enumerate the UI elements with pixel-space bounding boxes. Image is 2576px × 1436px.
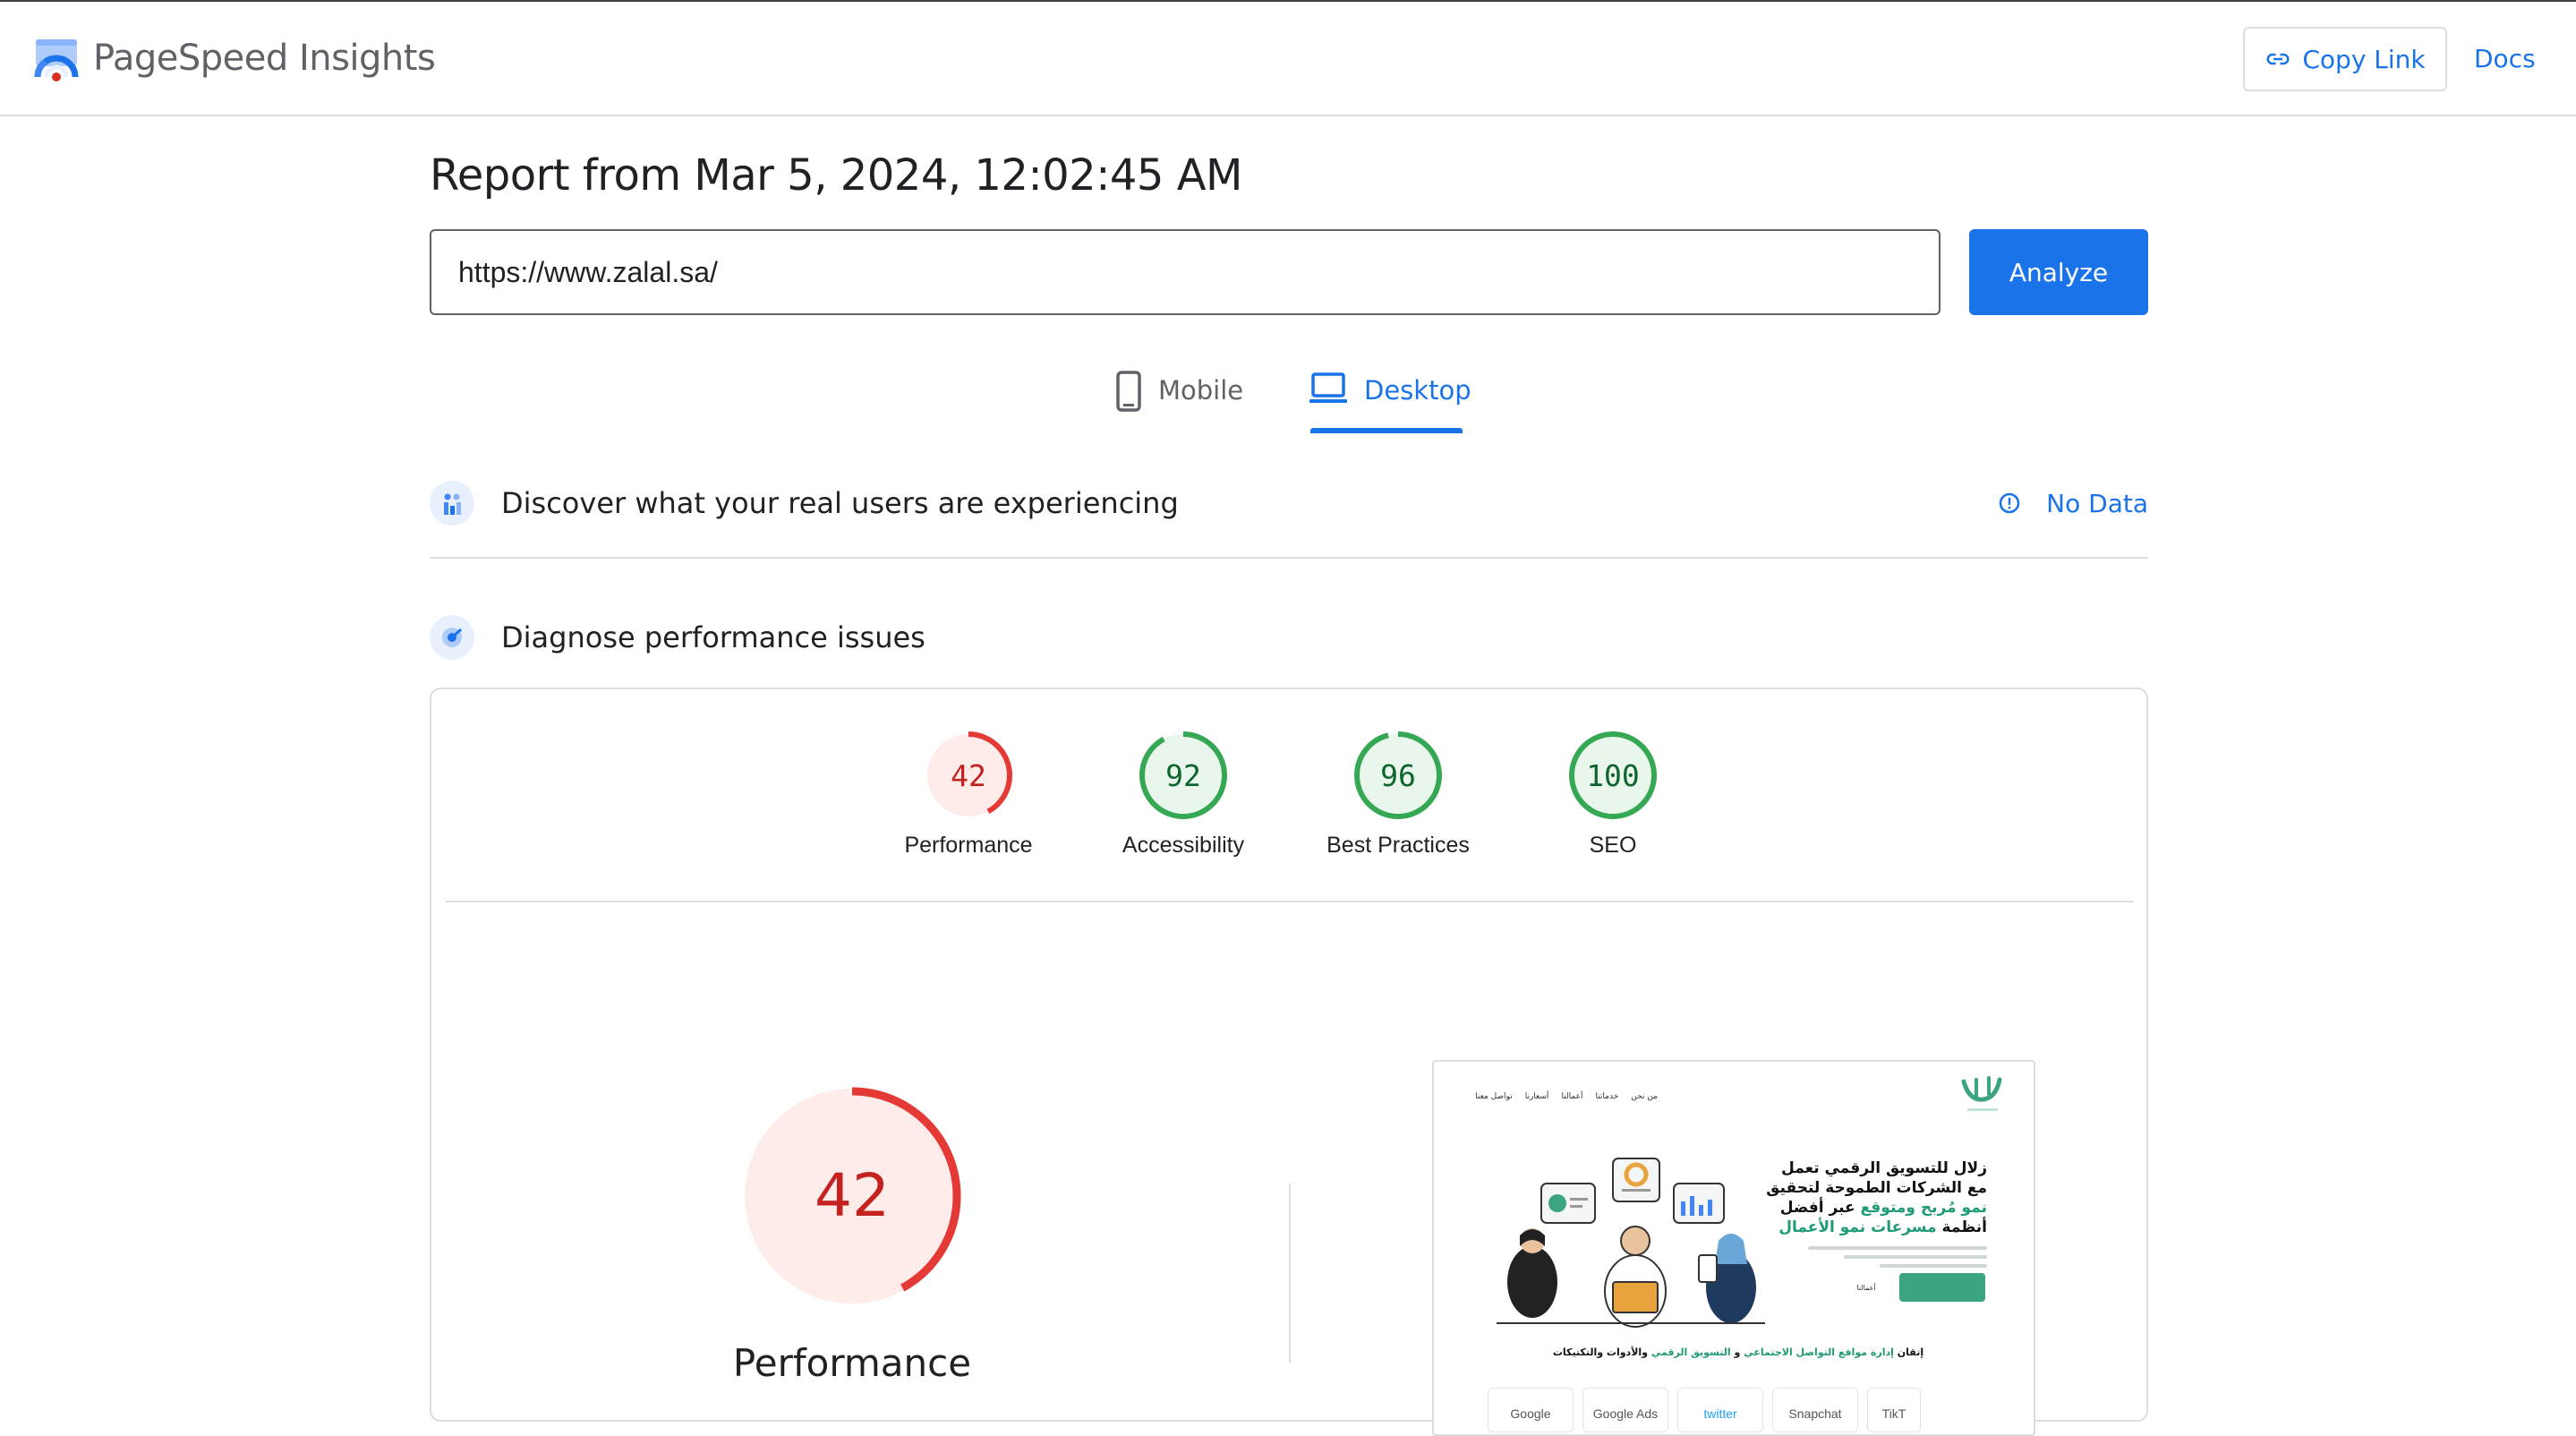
tab-mobile-label: Mobile	[1158, 375, 1244, 406]
preview-nav-item: تواصل معنا	[1475, 1092, 1513, 1101]
score-gauge-best-practices[interactable]: 96 Best Practices	[1309, 731, 1488, 859]
score-label-best-practices: Best Practices	[1326, 833, 1470, 858]
preview-brand-logos: Google Google Ads twitter Snapchat TikT	[1488, 1388, 1921, 1432]
performance-big-gauge: 42	[743, 1087, 961, 1305]
preview-nav-item: أعمالنا	[1561, 1092, 1583, 1101]
app-header: PageSpeed Insights Copy Link Docs	[0, 2, 2576, 116]
preview-tagline: إتقان إدارة مواقع التواصل الاجتماعي و ال…	[1541, 1346, 1935, 1358]
score-gauge-performance[interactable]: 42 Performance	[879, 731, 1058, 859]
preview-nav-item: خدماتنا	[1595, 1092, 1619, 1101]
copy-link-label: Copy Link	[2302, 44, 2426, 74]
real-users-title: Discover what your real users are experi…	[501, 486, 1179, 520]
gauge-accessibility-value: 92	[1165, 758, 1201, 793]
score-gauge-seo[interactable]: 100 SEO	[1523, 731, 1702, 859]
preview-brand-tiktok: TikT	[1867, 1388, 1921, 1432]
preview-headline-accent: نمو مُربح ومتوقع	[1860, 1199, 1987, 1217]
preview-headline-text: زلال للتسويق الرقمي تعمل مع الشركات الطم…	[1766, 1159, 1987, 1197]
page-screenshot-preview[interactable]: من نحن خدماتنا أعمالنا أسعارنا تواصل معن…	[1432, 1060, 2035, 1436]
laptop-icon	[1309, 372, 1347, 403]
big-gauge-value: 42	[815, 1161, 890, 1230]
gauge-accessibility-chart: 92	[1139, 731, 1227, 819]
info-icon	[1999, 492, 2020, 514]
analyze-button[interactable]: Analyze	[1969, 229, 2148, 315]
gauge-seo-value: 100	[1586, 758, 1640, 793]
preview-secondary-button: أعمالنا	[1856, 1284, 1876, 1292]
preview-nav-item: أسعارنا	[1524, 1092, 1549, 1101]
preview-brand-twitter: twitter	[1677, 1388, 1763, 1432]
preview-brand-google-ads: Google Ads	[1582, 1388, 1668, 1432]
tab-mobile[interactable]: Mobile	[1115, 365, 1243, 437]
preview-headline-accent: مسرعات نمو الأعمال	[1778, 1218, 1937, 1236]
phone-icon	[1116, 371, 1141, 412]
preview-subtext-lines	[1808, 1246, 1987, 1268]
preview-nav-item: من نحن	[1631, 1092, 1658, 1101]
tab-desktop[interactable]: Desktop	[1309, 365, 1471, 437]
score-label-performance: Performance	[904, 833, 1033, 858]
preview-nav: من نحن خدماتنا أعمالنا أسعارنا تواصل معن…	[1475, 1092, 1658, 1101]
preview-tagline-accent: التسويق الرقمي	[1651, 1346, 1731, 1358]
link-icon	[2266, 53, 2290, 65]
gauge-seo-chart: 100	[1569, 731, 1657, 819]
tab-selected-indicator	[1310, 428, 1463, 433]
users-chart-icon	[430, 481, 474, 526]
diagnose-title: Diagnose performance issues	[501, 620, 925, 654]
gauge-best-practices-value: 96	[1380, 758, 1416, 793]
copy-link-button[interactable]: Copy Link	[2243, 27, 2447, 91]
zalal-logo-icon	[1961, 1076, 2002, 1111]
docs-link[interactable]: Docs	[2474, 41, 2536, 77]
score-label-seo: SEO	[1589, 833, 1637, 858]
pagespeed-logo-icon[interactable]	[32, 36, 81, 84]
score-label-accessibility: Accessibility	[1122, 833, 1245, 858]
no-data-status[interactable]: No Data	[1998, 489, 2148, 518]
preview-tagline-accent: إدارة مواقع التواصل الاجتماعي	[1744, 1346, 1894, 1358]
url-input[interactable]	[430, 229, 1941, 315]
preview-tagline-text: و	[1734, 1346, 1741, 1358]
report-card: 42 Performance 92 Accessibility 96 Best …	[430, 688, 2148, 1436]
gauge-best-practices-chart: 96	[1354, 731, 1442, 819]
section-divider	[430, 557, 2148, 559]
vertical-separator	[1289, 1184, 1291, 1363]
preview-headline: زلال للتسويق الرقمي تعمل مع الشركات الطم…	[1763, 1158, 1987, 1237]
gauge-performance-value: 42	[951, 758, 986, 793]
tab-desktop-label: Desktop	[1364, 375, 1471, 406]
preview-tagline-text: إتقان	[1897, 1346, 1924, 1358]
gauge-performance-chart: 42	[925, 731, 1012, 819]
preview-brand-snapchat: Snapchat	[1772, 1388, 1858, 1432]
preview-illustration	[1497, 1158, 1765, 1328]
app-title: PageSpeed Insights	[93, 38, 436, 79]
performance-big-label: Performance	[732, 1341, 972, 1385]
diagnose-section: Diagnose performance issues	[430, 611, 2148, 664]
report-title: Report from Mar 5, 2024, 12:02:45 AM	[430, 150, 1242, 201]
lighthouse-icon	[430, 615, 474, 660]
real-users-section: Discover what your real users are experi…	[430, 476, 2148, 530]
preview-cta-button	[1899, 1273, 1985, 1302]
no-data-label: No Data	[2046, 488, 2148, 518]
score-gauge-accessibility[interactable]: 92 Accessibility	[1094, 731, 1273, 859]
card-divider	[446, 901, 2134, 902]
preview-brand-google: Google	[1488, 1388, 1574, 1432]
preview-tagline-text: والأدوات والتكتيكات	[1552, 1346, 1648, 1358]
